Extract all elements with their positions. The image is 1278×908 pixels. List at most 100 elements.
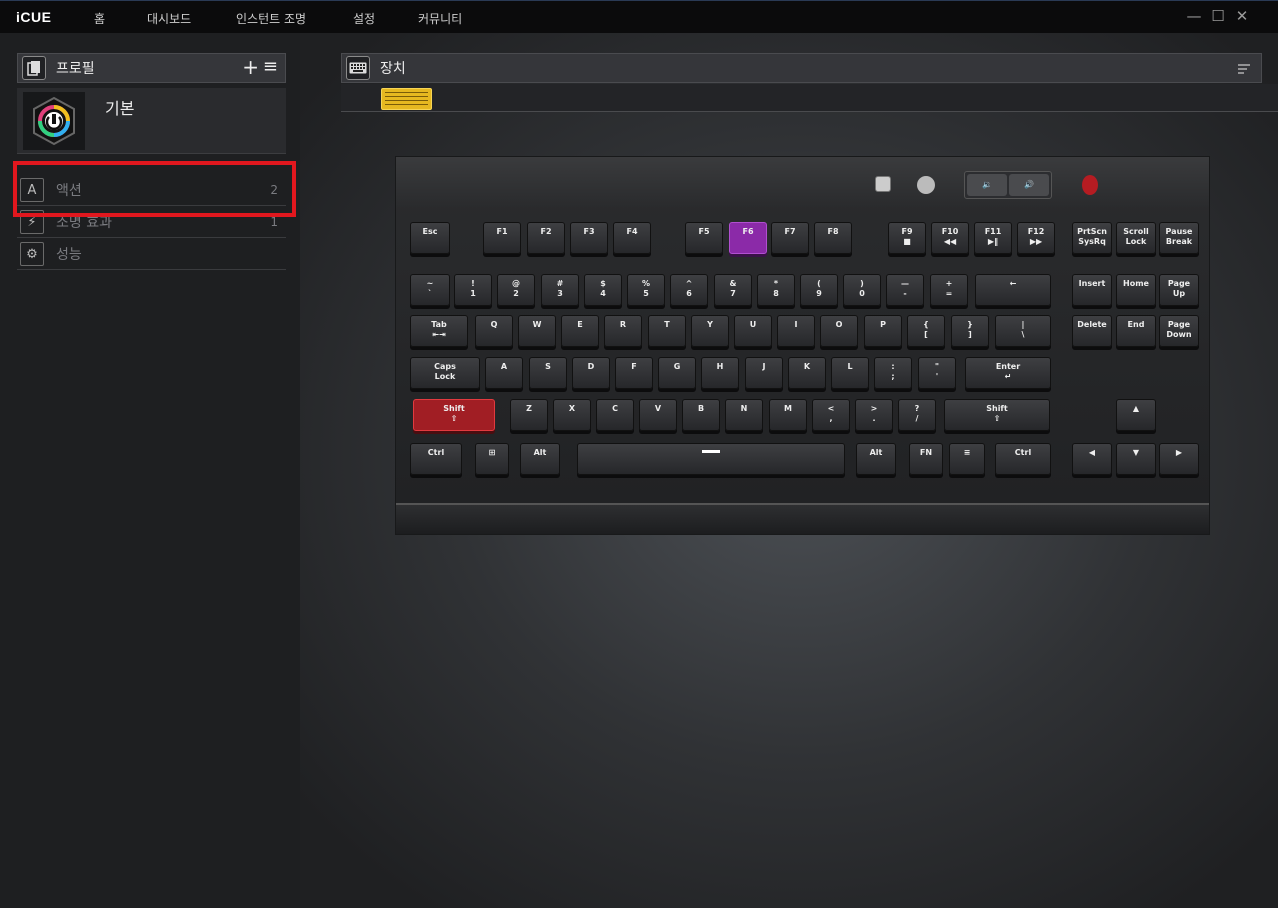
key-u[interactable]: U xyxy=(734,315,772,347)
devices-menu-icon[interactable] xyxy=(1237,60,1251,79)
close-button[interactable]: ✕ xyxy=(1234,8,1250,24)
key-l[interactable]: L xyxy=(831,357,869,389)
key-page[interactable]: Page Up xyxy=(1159,274,1199,306)
key-a[interactable]: A xyxy=(485,357,523,389)
key-q[interactable]: Q xyxy=(475,315,513,347)
key-r2k13[interactable]: | \ xyxy=(995,315,1051,347)
add-profile-button[interactable]: + xyxy=(242,55,259,79)
key-r5k10[interactable]: ▶ xyxy=(1159,443,1199,475)
key-n[interactable]: N xyxy=(725,399,763,431)
key-enter[interactable]: Enter ↵ xyxy=(965,357,1051,389)
key-t[interactable]: T xyxy=(648,315,686,347)
nav-settings[interactable]: 설정 xyxy=(353,10,375,27)
key-r1k0[interactable]: ~ ` xyxy=(410,274,450,306)
lock-button[interactable] xyxy=(917,176,935,194)
key-h[interactable]: H xyxy=(701,357,739,389)
key-alt[interactable]: Alt xyxy=(520,443,560,475)
key-ctrl[interactable]: Ctrl xyxy=(410,443,462,475)
key-r4k9[interactable]: > . xyxy=(855,399,893,431)
key-alt[interactable]: Alt xyxy=(856,443,896,475)
key-f[interactable]: F xyxy=(615,357,653,389)
key-tab[interactable]: Tab ⇤⇥ xyxy=(410,315,468,347)
key-f2[interactable]: F2 xyxy=(527,222,565,254)
key-r1k3[interactable]: # 3 xyxy=(541,274,579,306)
mute-button[interactable] xyxy=(1082,175,1098,195)
key-caps[interactable]: Caps Lock xyxy=(410,357,480,389)
key-f8[interactable]: F8 xyxy=(814,222,852,254)
key-r1k7[interactable]: & 7 xyxy=(714,274,752,306)
section-performance[interactable]: ⚙ 성능 xyxy=(17,239,286,270)
volume-down-button[interactable]: 🔉 xyxy=(967,174,1007,196)
key-c[interactable]: C xyxy=(596,399,634,431)
nav-community[interactable]: 커뮤니티 xyxy=(418,10,462,27)
key-j[interactable]: J xyxy=(745,357,783,389)
key-r5k9[interactable]: ▼ xyxy=(1116,443,1156,475)
key-v[interactable]: V xyxy=(639,399,677,431)
key-r4k10[interactable]: ? / xyxy=(898,399,936,431)
key-i[interactable]: I xyxy=(777,315,815,347)
key-r1k8[interactable]: * 8 xyxy=(757,274,795,306)
key-f11[interactable]: F11 ▶‖ xyxy=(974,222,1012,254)
key-o[interactable]: O xyxy=(820,315,858,347)
nav-home[interactable]: 홈 xyxy=(94,10,105,27)
key-p[interactable]: P xyxy=(864,315,902,347)
key-r3k10[interactable]: : ; xyxy=(874,357,912,389)
key-x[interactable]: X xyxy=(553,399,591,431)
key-r1k6[interactable]: ^ 6 xyxy=(670,274,708,306)
key-insert[interactable]: Insert xyxy=(1072,274,1112,306)
key-f1[interactable]: F1 xyxy=(483,222,521,254)
key-r1k1[interactable]: ! 1 xyxy=(454,274,492,306)
key-shift[interactable]: Shift ⇧ xyxy=(413,399,495,431)
key-r5k1[interactable]: ⊞ xyxy=(475,443,509,475)
key-space[interactable] xyxy=(577,443,845,475)
nav-instant-lighting[interactable]: 인스턴트 조명 xyxy=(236,10,306,27)
key-k[interactable]: K xyxy=(788,357,826,389)
key-r1k2[interactable]: @ 2 xyxy=(497,274,535,306)
key-f10[interactable]: F10 ◀◀ xyxy=(931,222,969,254)
key-esc[interactable]: Esc xyxy=(410,222,450,254)
key-r1k4[interactable]: $ 4 xyxy=(584,274,622,306)
key-ctrl[interactable]: Ctrl xyxy=(995,443,1051,475)
key-f12[interactable]: F12 ▶▶ xyxy=(1017,222,1055,254)
key-b[interactable]: B xyxy=(682,399,720,431)
key-r1k10[interactable]: ) 0 xyxy=(843,274,881,306)
device-keyboard-thumb[interactable] xyxy=(381,88,432,110)
key-end[interactable]: End xyxy=(1116,315,1156,347)
key-home[interactable]: Home xyxy=(1116,274,1156,306)
minimize-button[interactable]: — xyxy=(1186,8,1202,24)
key-r5k6[interactable]: ≡ xyxy=(949,443,985,475)
key-r4k12[interactable]: ▲ xyxy=(1116,399,1156,431)
key-f3[interactable]: F3 xyxy=(570,222,608,254)
key-r1k11[interactable]: — - xyxy=(886,274,924,306)
key-prtscn[interactable]: PrtScn SysRq xyxy=(1072,222,1112,254)
volume-up-button[interactable]: 🔊 xyxy=(1009,174,1049,196)
key-r3k11[interactable]: " ' xyxy=(918,357,956,389)
key-r1k12[interactable]: + = xyxy=(930,274,968,306)
profile-menu-button[interactable]: ≡ xyxy=(263,56,278,77)
key-page[interactable]: Page Down xyxy=(1159,315,1199,347)
key-f4[interactable]: F4 xyxy=(613,222,651,254)
profile-card[interactable]: 기본 xyxy=(17,88,286,154)
key-r5k8[interactable]: ◀ xyxy=(1072,443,1112,475)
key-e[interactable]: E xyxy=(561,315,599,347)
key-g[interactable]: G xyxy=(658,357,696,389)
key-r4k8[interactable]: < , xyxy=(812,399,850,431)
key-r[interactable]: R xyxy=(604,315,642,347)
nav-dashboard[interactable]: 대시보드 xyxy=(147,10,191,27)
key-r2k12[interactable]: } ] xyxy=(951,315,989,347)
key-r1k5[interactable]: % 5 xyxy=(627,274,665,306)
key-f6[interactable]: F6 xyxy=(729,222,767,254)
key-delete[interactable]: Delete xyxy=(1072,315,1112,347)
key-m[interactable]: M xyxy=(769,399,807,431)
key-fn[interactable]: FN xyxy=(909,443,943,475)
key-shift[interactable]: Shift ⇧ xyxy=(944,399,1050,431)
key-f9[interactable]: F9 ■ xyxy=(888,222,926,254)
key-s[interactable]: S xyxy=(529,357,567,389)
key-f7[interactable]: F7 xyxy=(771,222,809,254)
key-w[interactable]: W xyxy=(518,315,556,347)
key-r2k11[interactable]: { [ xyxy=(907,315,945,347)
key-d[interactable]: D xyxy=(572,357,610,389)
key-scroll[interactable]: Scroll Lock xyxy=(1116,222,1156,254)
key-y[interactable]: Y xyxy=(691,315,729,347)
maximize-button[interactable]: ☐ xyxy=(1210,8,1226,24)
